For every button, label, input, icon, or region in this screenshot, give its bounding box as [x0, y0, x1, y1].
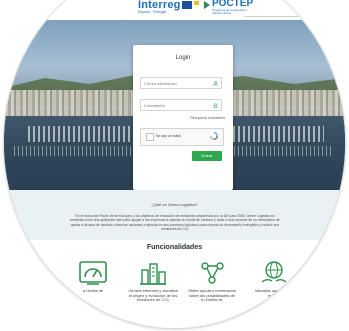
recaptcha-label: No soy un robot [156, 134, 181, 138]
login-submit-button[interactable]: Entrar [192, 151, 222, 161]
feature-label: Obtén ayuda e información sobre las posi… [187, 288, 237, 303]
header-frame [244, 0, 305, 17]
city-icon [140, 263, 166, 285]
site-header: Interreg España - Portugal POCTEP Progra… [4, 0, 345, 20]
feature-card-reports[interactable]: Genera informes y visualiza el origen y … [128, 260, 178, 328]
user-icon [213, 81, 218, 86]
email-field-wrapper [140, 77, 222, 89]
interreg-logo[interactable]: Interreg España - Portugal [138, 0, 182, 14]
login-card: Login Recuperar contraseña No soy un rob [133, 45, 233, 190]
interreg-logo-text: Interreg [138, 0, 181, 11]
eu-stars-icon [194, 1, 199, 5]
feature-card-help[interactable]: Obtén ayuda e información sobre las posi… [187, 260, 237, 328]
password-field[interactable] [141, 100, 211, 110]
globe-hands-icon [261, 261, 287, 283]
about-title: ¿Qué es Green Logistics? [151, 202, 198, 207]
about-description: En el marco del Pacto Verde Europeo y lo… [70, 214, 280, 231]
email-field[interactable] [141, 78, 211, 88]
page-viewport: Interreg España - Portugal POCTEP Progra… [4, 0, 345, 328]
gauge-icon [79, 261, 107, 285]
page: Interreg España - Portugal POCTEP Progra… [0, 0, 349, 331]
login-title: Login [175, 55, 191, 61]
lock-icon [213, 103, 218, 108]
password-field-wrapper [140, 99, 222, 111]
feature-label: Genera informes y visualiza el origen y … [128, 288, 178, 303]
forgot-password-link[interactable]: Recuperar contraseña [190, 116, 225, 120]
features-section: Funcionalidades a Huella de Genera infor… [4, 240, 345, 328]
network-icon [201, 262, 224, 284]
recaptcha-checkbox[interactable] [146, 133, 154, 141]
recaptcha-logo-icon [210, 132, 218, 140]
about-section: ¿Qué es Green Logistics? En el marco del… [4, 190, 345, 240]
poctep-arrow-icon [204, 1, 210, 9]
feature-card-carbon-footprint[interactable]: a Huella de [68, 260, 118, 328]
recaptcha-widget: No soy un robot [140, 128, 224, 146]
features-title: Funcionalidades [146, 244, 203, 251]
eu-flag-icon [182, 1, 192, 9]
feature-card-improvements[interactable]: Visualiza opciones de mejora [249, 260, 299, 328]
feature-label: a Huella de [82, 288, 104, 293]
feature-label: Visualiza opciones de mejora [254, 288, 294, 298]
